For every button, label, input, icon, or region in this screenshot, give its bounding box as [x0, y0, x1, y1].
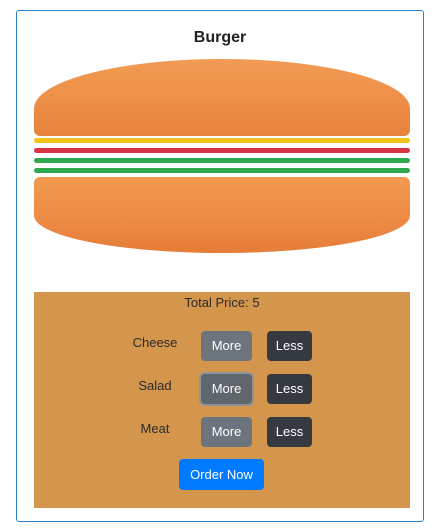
- order-now-button[interactable]: Order Now: [179, 459, 264, 490]
- more-meat-button[interactable]: More: [201, 417, 252, 447]
- build-controls: Total Price: 5 Cheese More Less Salad Mo…: [34, 292, 410, 508]
- meat-layer: [34, 148, 410, 153]
- burger-builder-card: Burger Total Price: 5 Cheese More Less S…: [16, 10, 424, 522]
- less-meat-button[interactable]: Less: [267, 417, 312, 447]
- less-cheese-button[interactable]: Less: [267, 331, 312, 361]
- burger-title: Burger: [193, 29, 247, 46]
- more-salad-button[interactable]: More: [201, 374, 252, 404]
- bun-bottom: [34, 177, 410, 253]
- ingredient-label-meat: Meat: [140, 421, 170, 436]
- less-salad-button[interactable]: Less: [267, 374, 312, 404]
- ingredient-label-salad: Salad: [138, 378, 172, 393]
- total-price: Total Price: 5: [184, 295, 260, 310]
- salad-layer: [34, 158, 410, 163]
- cheese-layer: [34, 138, 410, 143]
- salad-layer: [34, 168, 410, 173]
- more-cheese-button[interactable]: More: [201, 331, 252, 361]
- bun-top: [34, 59, 410, 136]
- ingredient-label-cheese: Cheese: [132, 335, 178, 350]
